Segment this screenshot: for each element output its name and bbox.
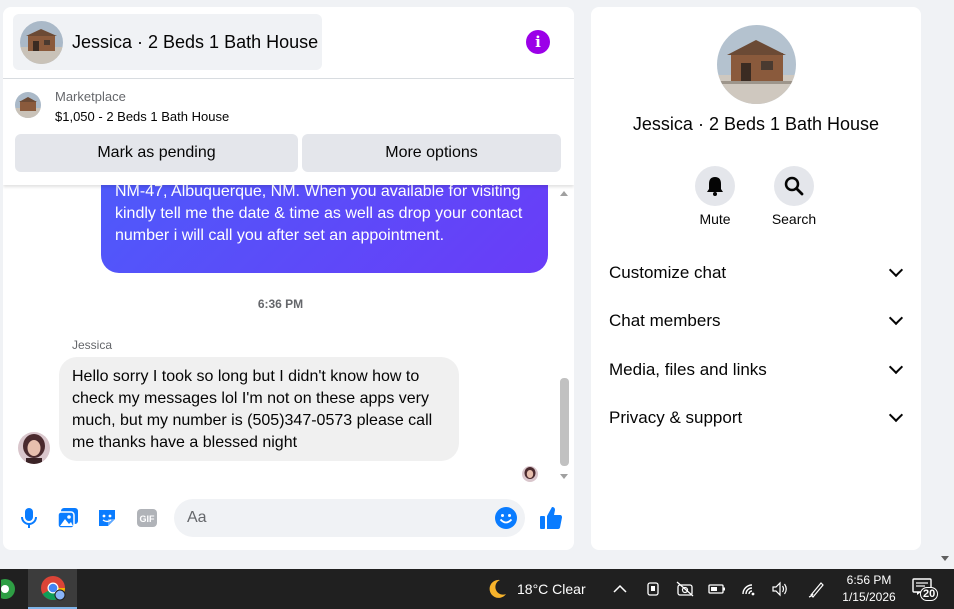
mute-button[interactable] (695, 166, 735, 206)
notification-center-button[interactable]: 20 (912, 578, 940, 602)
page-scroll-down-arrow-icon[interactable] (941, 556, 949, 561)
conversation-avatar (20, 20, 63, 64)
chat-panel: Jessica · 2 Beds 1 Bath House i Marketpl… (3, 7, 574, 550)
conversation-title: Jessica · 2 Beds 1 Bath House (72, 31, 319, 52)
conversation-info-panel: Jessica · 2 Beds 1 Bath House Mute Searc… (591, 7, 921, 550)
chevron-down-icon (888, 359, 904, 375)
search-button[interactable] (774, 166, 814, 206)
section-media-files-links[interactable]: Media, files and links (609, 354, 905, 386)
weather-moon-icon[interactable] (486, 578, 508, 600)
mute-label: Mute (699, 211, 731, 227)
chrome-taskbar-icon[interactable] (28, 569, 77, 609)
incoming-message[interactable]: Hello sorry I took so long but I didn't … (59, 357, 459, 461)
chevron-down-icon (888, 407, 904, 423)
camera-off-icon[interactable] (676, 580, 694, 598)
section-label: Customize chat (609, 263, 727, 282)
emoji-icon[interactable] (494, 506, 518, 530)
marketplace-listing-bar: Marketplace $1,050 - 2 Beds 1 Bath House… (3, 79, 574, 185)
read-receipt-avatar (522, 466, 538, 482)
listing-source: Marketplace (55, 89, 126, 104)
svg-text:GIF: GIF (140, 514, 156, 524)
clock-time: 6:56 PM (846, 573, 892, 587)
gif-icon[interactable]: GIF (135, 506, 159, 530)
search-icon (784, 176, 804, 196)
device-icon[interactable] (644, 580, 662, 598)
mark-as-pending-button[interactable]: Mark as pending (15, 134, 298, 172)
message-composer: GIF (3, 487, 574, 550)
section-label: Media, files and links (609, 360, 767, 379)
pen-icon[interactable] (808, 580, 826, 598)
sticker-icon[interactable] (95, 506, 119, 530)
section-privacy-support[interactable]: Privacy & support (609, 402, 905, 434)
wifi-icon[interactable] (740, 580, 758, 598)
chevron-down-icon (888, 262, 904, 278)
section-label: Privacy & support (609, 408, 743, 427)
taskbar-clock[interactable]: 6:56 PM 1/15/2026 (836, 572, 902, 606)
message-scrollbar[interactable] (557, 185, 572, 487)
message-timestamp: 6:36 PM (257, 297, 304, 311)
scroll-down-arrow-icon[interactable] (560, 474, 568, 479)
weather-text[interactable]: 18°C Clear (517, 581, 586, 597)
profile-avatar[interactable] (717, 25, 796, 104)
clock-date: 1/15/2026 (842, 590, 896, 604)
microphone-icon[interactable] (17, 506, 41, 530)
volume-icon[interactable] (771, 580, 789, 598)
more-options-button[interactable]: More options (302, 134, 561, 172)
chat-header: Jessica · 2 Beds 1 Bath House i (3, 7, 574, 79)
listing-thumbnail[interactable] (15, 92, 41, 118)
scrollbar-thumb[interactable] (560, 378, 569, 466)
scroll-up-arrow-icon[interactable] (560, 191, 568, 196)
chevron-down-icon (888, 310, 904, 326)
message-input[interactable] (174, 499, 525, 537)
outgoing-message[interactable]: NM-47, Albuquerque, NM. When you availab… (101, 185, 548, 273)
listing-price-title[interactable]: $1,050 - 2 Beds 1 Bath House (55, 109, 229, 124)
sender-name: Jessica (72, 338, 113, 352)
message-list[interactable]: NM-47, Albuquerque, NM. When you availab… (3, 185, 574, 487)
notification-badge: 20 (920, 587, 939, 601)
sender-avatar[interactable] (18, 432, 50, 464)
section-label: Chat members (609, 311, 721, 330)
taskbar-app-icon[interactable] (0, 569, 20, 609)
chevron-up-icon[interactable] (611, 580, 629, 598)
bell-icon (707, 177, 723, 196)
thumbs-up-icon[interactable] (538, 505, 564, 531)
photo-icon[interactable] (56, 506, 80, 530)
section-customize-chat[interactable]: Customize chat (609, 257, 905, 289)
section-chat-members[interactable]: Chat members (609, 305, 905, 337)
search-label: Search (771, 211, 817, 227)
battery-icon[interactable] (708, 580, 726, 598)
windows-taskbar: 18°C Clear 6:56 PM 1/15/2026 20 (0, 569, 954, 609)
info-icon[interactable]: i (526, 30, 550, 54)
profile-title: Jessica · 2 Beds 1 Bath House (632, 114, 880, 134)
conversation-header-button[interactable]: Jessica · 2 Beds 1 Bath House (13, 14, 322, 70)
